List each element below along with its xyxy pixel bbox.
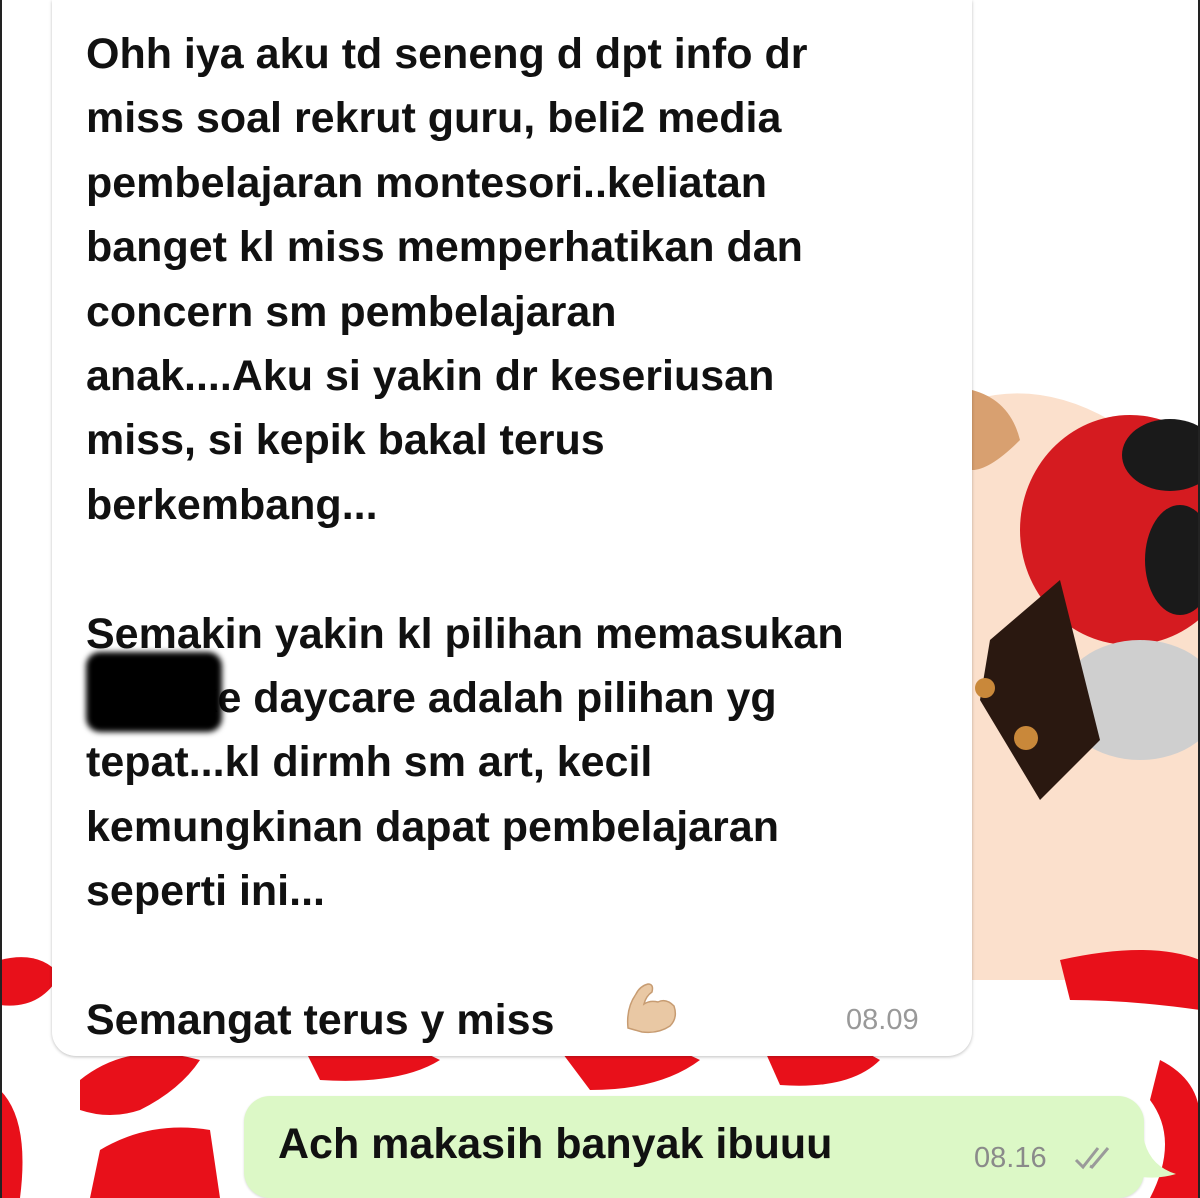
flexed-biceps-icon	[626, 983, 677, 1034]
redacted-name	[86, 652, 222, 732]
ladybug-sticker	[972, 390, 1200, 980]
incoming-message-time: 08.09	[846, 1004, 919, 1036]
incoming-message-text: Ohh iya aku td seneng d dpt info dr miss…	[86, 30, 844, 1045]
left-frame-border	[0, 0, 2, 1198]
outgoing-bubble-tail	[1136, 1140, 1176, 1178]
outgoing-message-text: Ach makasih banyak ibuuu	[278, 1120, 833, 1168]
outgoing-message-time: 08.16	[974, 1142, 1047, 1174]
double-check-icon	[1074, 1147, 1110, 1170]
